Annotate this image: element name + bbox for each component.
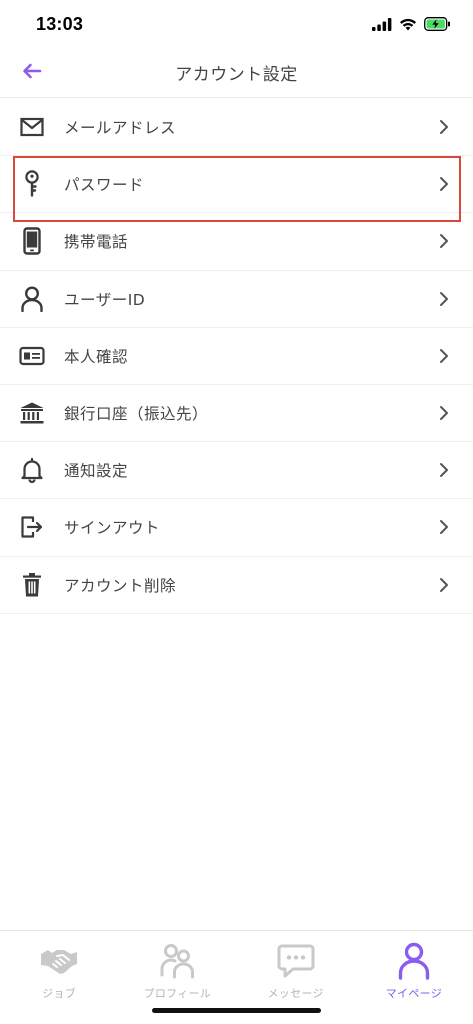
nav-bar: アカウント設定 [0, 48, 473, 98]
mail-icon [18, 113, 46, 141]
chevron-right-icon [437, 289, 451, 309]
page-title: アカウント設定 [175, 65, 298, 85]
menu-item-bank-account[interactable]: 銀行口座（振込先） [0, 385, 473, 443]
tab-mypage[interactable]: マイページ [355, 931, 473, 1024]
sign-out-icon [18, 513, 46, 541]
home-indicator [152, 1008, 321, 1013]
chevron-right-icon [437, 460, 451, 480]
status-icons [372, 17, 451, 31]
chevron-right-icon [437, 403, 451, 423]
settings-menu: メールアドレス パスワード 携帯電話 ユーザーID 本人確認 銀行口座（振込先）… [0, 99, 473, 614]
menu-item-email[interactable]: メールアドレス [0, 99, 473, 157]
id-card-icon [18, 342, 46, 370]
menu-item-label: ユーザーID [64, 290, 146, 309]
bank-icon [18, 399, 46, 427]
back-button[interactable] [14, 56, 50, 90]
trash-icon [18, 571, 46, 599]
wifi-icon [399, 18, 417, 31]
menu-item-label: サインアウト [64, 519, 161, 538]
tab-label: ジョブ [42, 987, 77, 1000]
arrow-left-icon [22, 63, 42, 83]
chat-bubble-icon [276, 941, 316, 981]
phone-icon [18, 227, 46, 256]
person-icon [394, 941, 434, 981]
menu-item-label: 銀行口座（振込先） [64, 405, 209, 424]
menu-item-label: 携帯電話 [64, 233, 129, 252]
chevron-right-icon [437, 575, 451, 595]
status-time: 13:03 [36, 13, 84, 34]
tab-label: プロフィール [143, 987, 212, 1000]
user-icon [18, 285, 46, 313]
menu-item-password[interactable]: パスワード [0, 156, 473, 214]
chevron-right-icon [437, 174, 451, 194]
menu-item-identity[interactable]: 本人確認 [0, 328, 473, 385]
handshake-icon [39, 941, 79, 981]
tab-label: マイページ [385, 987, 443, 1000]
signal-icon [372, 17, 392, 31]
tab-job[interactable]: ジョブ [0, 931, 118, 1024]
chevron-right-icon [437, 346, 451, 366]
status-bar: 13:03 [0, 0, 473, 48]
menu-item-delete-account[interactable]: アカウント削除 [0, 557, 473, 614]
menu-item-label: パスワード [64, 176, 145, 195]
chevron-right-icon [437, 517, 451, 537]
bell-icon [18, 456, 46, 484]
menu-item-phone[interactable]: 携帯電話 [0, 213, 473, 271]
key-icon [18, 170, 46, 198]
chevron-right-icon [437, 231, 451, 251]
battery-charging-icon [424, 17, 451, 31]
menu-item-label: 通知設定 [64, 462, 129, 481]
chevron-right-icon [437, 117, 451, 137]
menu-item-notification[interactable]: 通知設定 [0, 442, 473, 500]
tab-label: メッセージ [267, 987, 324, 1000]
menu-item-label: メールアドレス [64, 119, 177, 138]
people-icon [157, 941, 197, 981]
menu-item-user-id[interactable]: ユーザーID [0, 271, 473, 328]
menu-item-sign-out[interactable]: サインアウト [0, 499, 473, 557]
menu-item-label: 本人確認 [64, 347, 129, 366]
menu-item-label: アカウント削除 [64, 576, 177, 595]
